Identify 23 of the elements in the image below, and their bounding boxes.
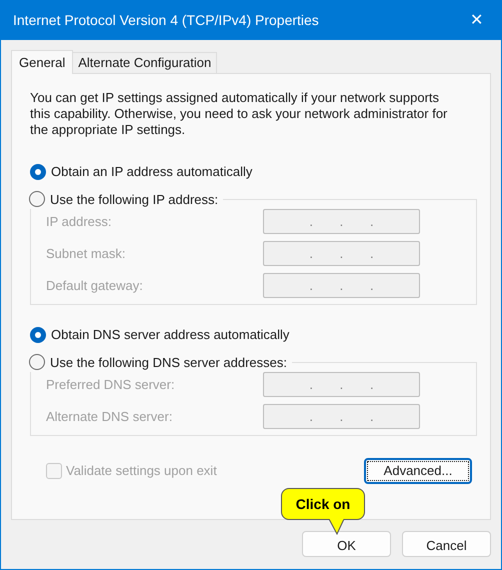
field-label: Alternate DNS server: — [46, 408, 172, 426]
field-label: Default gateway: — [46, 276, 143, 295]
radio-button[interactable] — [29, 354, 45, 370]
callout-pointer — [328, 519, 346, 535]
intro-text: You can get IP settings assigned automatically if your network supports this capability. Otherwise, you need to ask your network administrator for the appropriate IP settings. — [30, 90, 448, 138]
tab[interactable]: General — [11, 50, 74, 74]
radio-label: Use the following IP address: — [49, 190, 220, 209]
checkbox-label: Validate settings upon exit — [66, 462, 217, 480]
radio-label: Obtain an IP address automatically — [50, 163, 254, 181]
radio-button[interactable] — [30, 326, 46, 343]
ok-button[interactable]: OK — [302, 531, 391, 557]
radio-label: Use the following DNS server addresses: — [49, 354, 288, 372]
radio-label: Obtain DNS server address automatically — [50, 326, 290, 344]
field-label: Subnet mask: — [46, 244, 126, 263]
window-title: Internet Protocol Version 4 (TCP/IPv4) Properties — [13, 11, 319, 30]
close-button[interactable]: ✕ — [466, 12, 487, 28]
field-label: Preferred DNS server: — [46, 376, 175, 394]
advanced-button[interactable]: Advanced... — [364, 458, 472, 484]
tab[interactable]: Alternate Configuration — [73, 52, 218, 73]
radio-button[interactable] — [29, 191, 45, 208]
field-label: IP address: — [46, 212, 112, 231]
cancel-button[interactable]: Cancel — [402, 531, 491, 557]
radio-button[interactable] — [30, 164, 46, 180]
